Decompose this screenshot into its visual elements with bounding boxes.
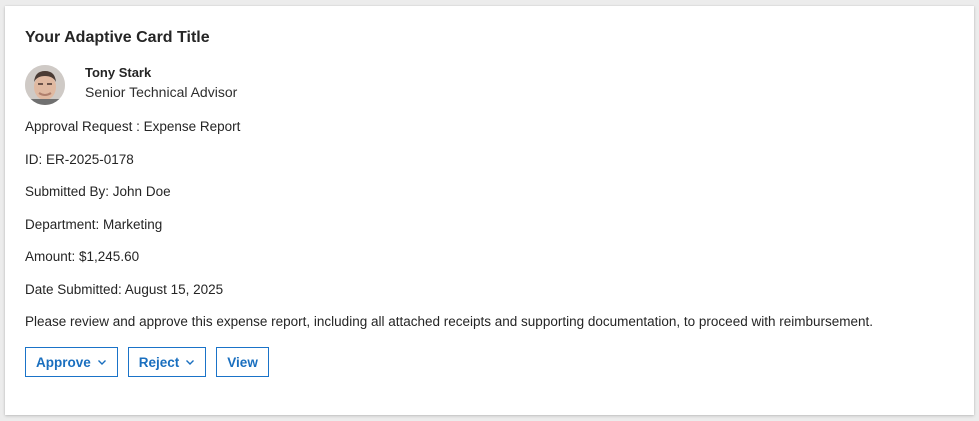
amount-text: Amount: $1,245.60 [25,249,140,264]
view-label: View [227,354,258,370]
department-text: Department: Marketing [25,216,163,232]
submitted-by-text: Submitted By: John Doe [25,184,171,199]
chevron-down-icon [186,360,195,365]
view-button[interactable]: View [216,347,269,377]
approve-label: Approve [36,354,91,370]
person-header: Tony Stark Senior Technical Advisor [25,64,954,105]
person-role: Senior Technical Advisor [85,84,238,100]
adaptive-card: Your Adaptive Card Title Tony Stark Seni… [5,6,974,415]
avatar [25,65,65,105]
reject-button[interactable]: Reject [127,347,207,377]
person-name: Tony Stark [85,65,152,80]
date-submitted-text: Date Submitted: August 15, 2025 [25,281,224,297]
request-id-text: ID: ER-2025-0178 [25,151,134,167]
approval-request-text: Approval Request : Expense Report [25,119,241,134]
reject-label: Reject [138,354,180,370]
action-bar: Approve Reject View [25,347,954,377]
person-info: Tony Stark Senior Technical Advisor [85,65,237,101]
approve-button[interactable]: Approve [25,347,118,377]
card-title: Your Adaptive Card Title [25,29,210,46]
chevron-down-icon [97,360,106,365]
avatar-photo-icon [25,65,65,105]
description-text: Please review and approve this expense r… [25,314,873,329]
